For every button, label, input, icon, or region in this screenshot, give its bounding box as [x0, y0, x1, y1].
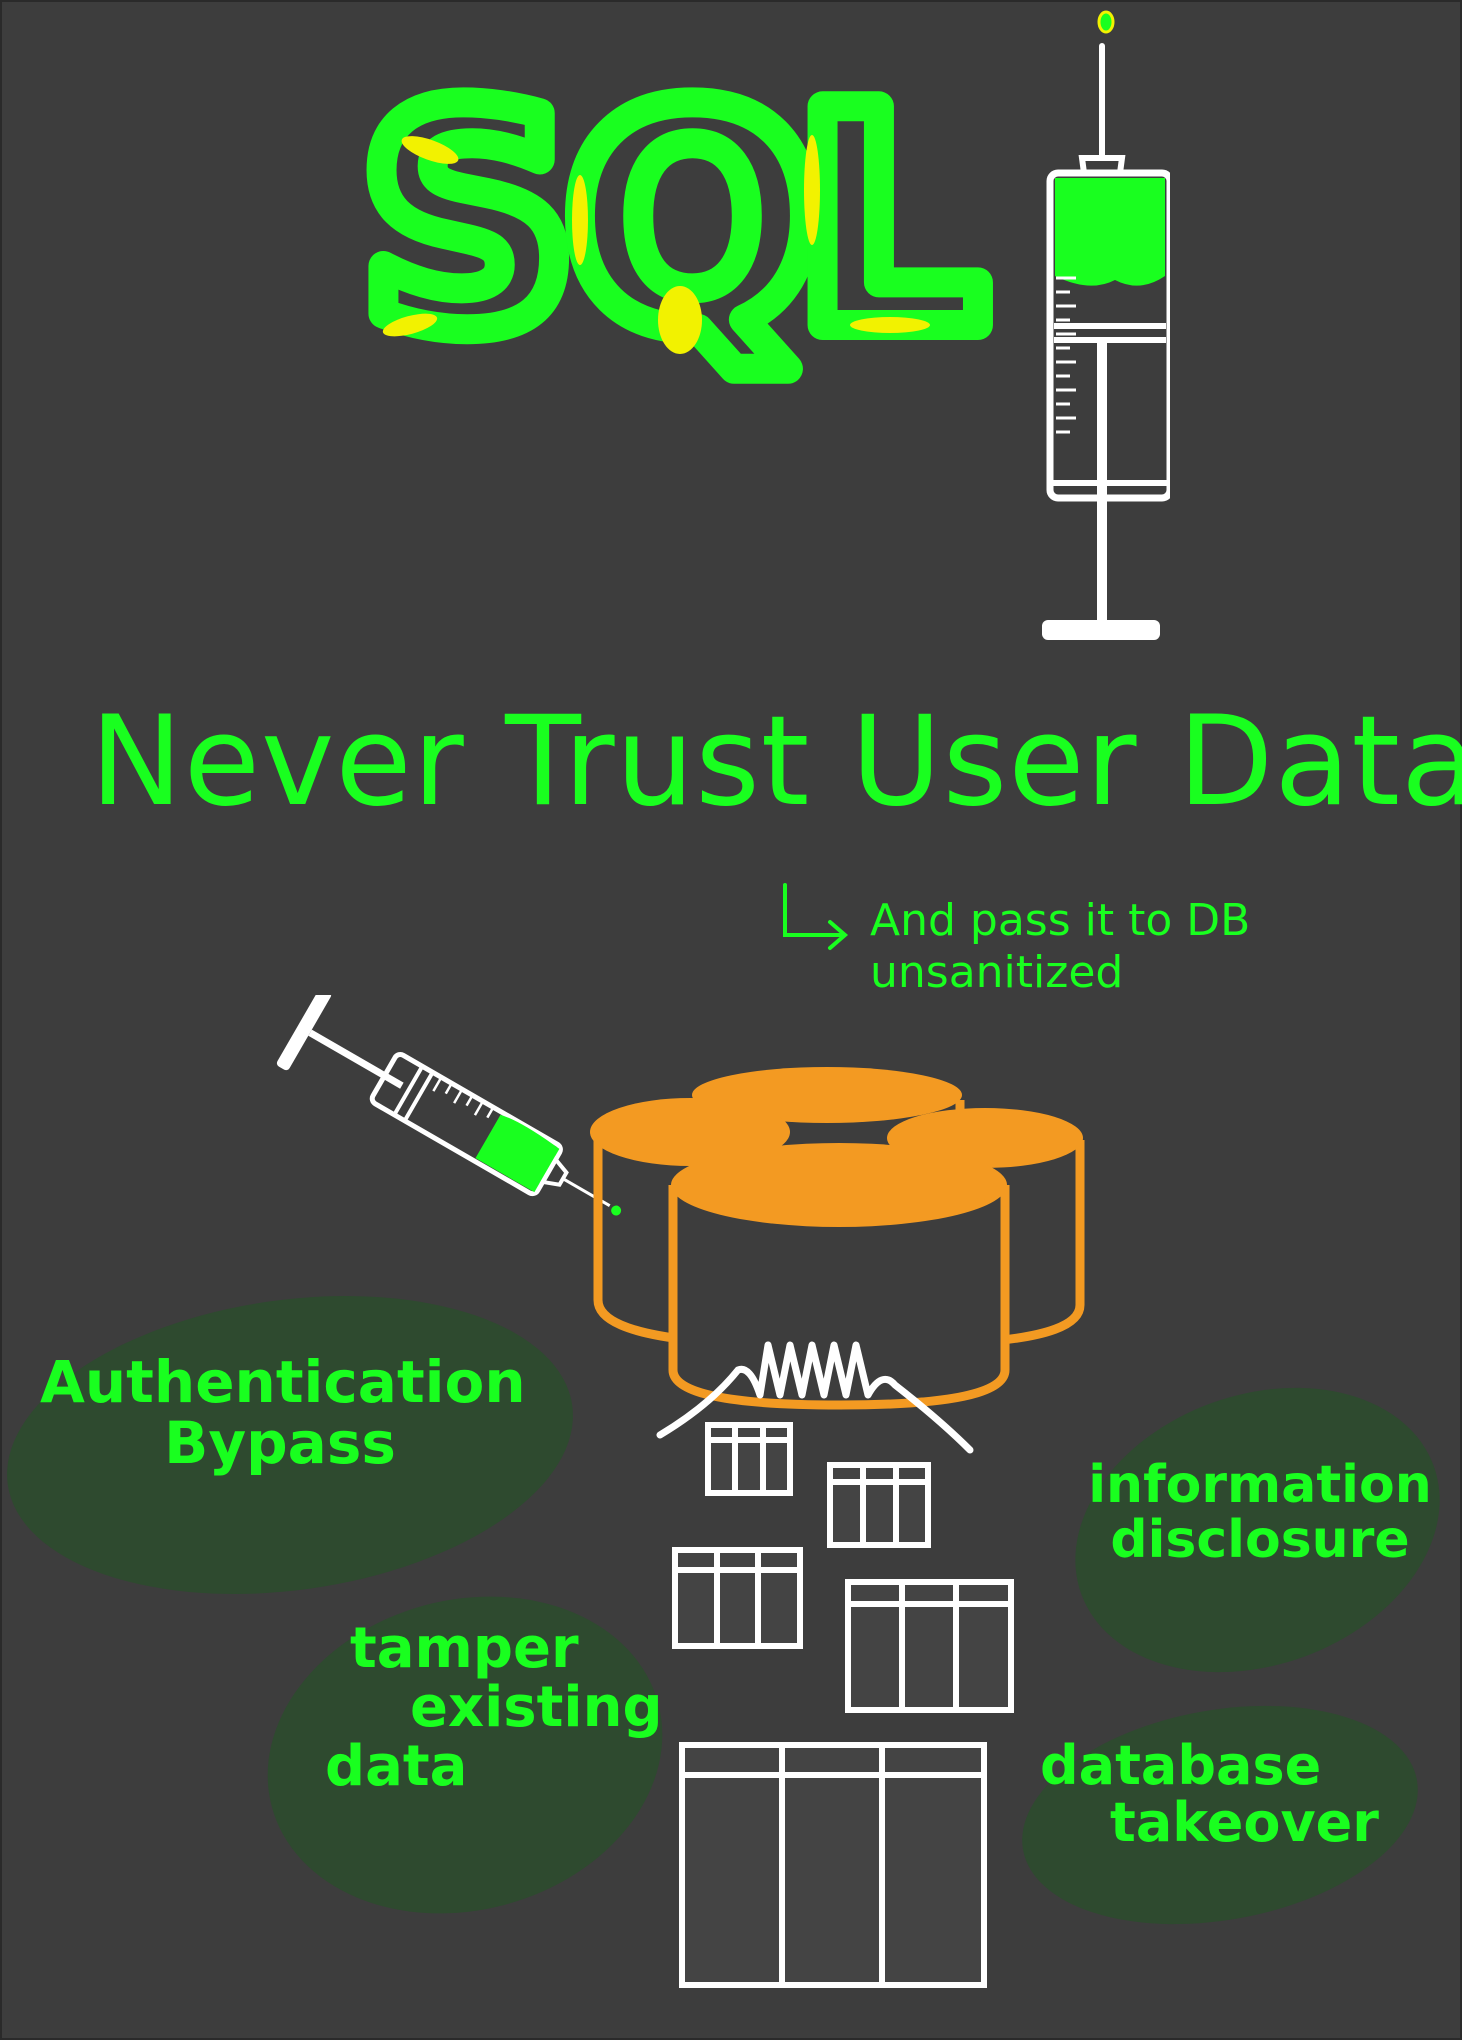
sql-title: S Q L [350, 80, 1001, 410]
consequence-line: takeover [1110, 1790, 1379, 1854]
arrow-icon [783, 883, 849, 950]
consequence-line: Bypass [164, 1408, 396, 1477]
note-line-2: unsanitized [870, 947, 1124, 999]
note-line-1: And pass it to DB [870, 895, 1251, 946]
title-letter-q: Q [565, 80, 820, 396]
consequence-line: disclosure [1110, 1509, 1410, 1570]
table-icon [827, 1462, 931, 1548]
title-letter-l: L [795, 80, 986, 396]
consequence-line: Authentication [40, 1348, 526, 1416]
consequence-line: tamper [350, 1616, 579, 1681]
consequence-information-disclosure: information disclosure [1085, 1458, 1435, 1567]
syringe-icon [1042, 10, 1170, 640]
table-icon [672, 1547, 803, 1649]
sqli-poster: S Q L Never Trust User Data And pass it … [0, 0, 1462, 2040]
table-icon [705, 1422, 793, 1496]
consequence-line: database [1040, 1734, 1322, 1797]
consequence-line: information [1088, 1455, 1432, 1515]
note: And pass it to DB unsanitized [870, 895, 1462, 999]
title-letter-s: S [360, 80, 576, 396]
slogan: Never Trust User Data [90, 690, 1462, 834]
table-icon [679, 1742, 987, 1988]
consequence-line: data [325, 1733, 468, 1799]
tables-group [672, 1422, 1014, 1988]
table-icon [845, 1579, 1014, 1713]
consequence-line: existing [410, 1674, 663, 1740]
consequence-authentication-bypass: Authentication Bypass [40, 1348, 526, 1477]
consequence-tamper-existing-data: tamper existing data [300, 1616, 663, 1799]
consequence-database-takeover: database takeover [1040, 1734, 1400, 1854]
